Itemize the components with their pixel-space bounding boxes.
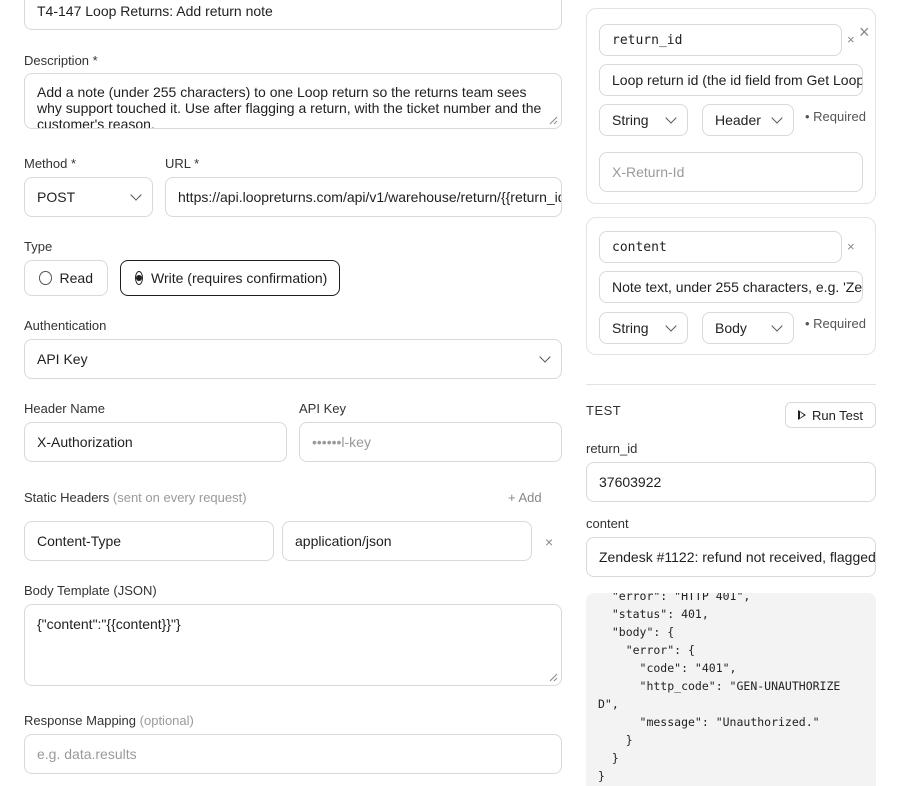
type-write-option[interactable]: Write (requires confirmation) [120, 260, 340, 296]
chevron-down-icon [539, 351, 551, 363]
url-value: https://api.loopreturns.com/api/v1/wareh… [178, 189, 561, 205]
response-mapping-input[interactable]: e.g. data.results [24, 734, 562, 774]
static-header-value-value: application/json [295, 533, 392, 549]
type-read-label: Read [59, 270, 93, 286]
static-header-value-input[interactable]: application/json [282, 521, 532, 561]
api-key-value: ••••••l-key [312, 434, 371, 450]
description-label: Description * [24, 53, 98, 68]
param-header-name-input[interactable]: X-Return-Id [599, 152, 863, 192]
authentication-value: API Key [37, 351, 88, 367]
param-required-label[interactable]: • Required [805, 109, 866, 124]
authentication-label: Authentication [24, 318, 107, 333]
param-card-return-id: × return_id × Loop return id (the id fie… [586, 8, 876, 204]
test-input-return-id-value: 37603922 [599, 474, 662, 490]
static-headers-title: Static Headers [24, 490, 110, 505]
method-select[interactable]: POST [24, 177, 153, 217]
method-label: Method * [24, 156, 77, 171]
param-card-content: content × Note text, under 255 character… [586, 217, 876, 355]
body-template-textarea[interactable]: {"content":"{{content}}"} [24, 604, 562, 686]
test-input-content[interactable]: Zendesk #1122: refund not received, flag… [586, 537, 876, 577]
type-read-option[interactable]: Read [24, 260, 108, 296]
description-textarea[interactable]: Add a note (under 255 characters) to one… [24, 73, 562, 129]
type-label: Type [24, 239, 53, 254]
url-label: URL * [165, 156, 200, 171]
param-type-value: String [612, 112, 649, 128]
param-description-value: Loop return id (the id field from Get Lo… [612, 72, 863, 88]
description-value: Add a note (under 255 characters) to one… [37, 84, 542, 129]
chevron-down-icon [665, 320, 677, 332]
chevron-down-icon [665, 112, 677, 124]
param-location-value: Body [715, 320, 747, 336]
close-card-icon[interactable]: × [859, 23, 870, 41]
tool-name-input[interactable]: T4-147 Loop Returns: Add return note [24, 0, 562, 30]
body-template-value: {"content":"{{content}}"} [37, 616, 181, 632]
param-type-select[interactable]: String [599, 104, 688, 136]
test-input-label-content: content [586, 516, 629, 531]
add-header-button[interactable]: + Add [508, 490, 542, 505]
chevron-down-icon [771, 320, 783, 332]
header-name-value: X-Authorization [37, 434, 133, 450]
tool-name-value: T4-147 Loop Returns: Add return note [37, 3, 273, 19]
body-template-label: Body Template (JSON) [24, 583, 157, 598]
type-write-label: Write (requires confirmation) [151, 270, 328, 286]
response-mapping-placeholder: e.g. data.results [37, 746, 137, 762]
static-header-key-input[interactable]: Content-Type [24, 521, 274, 561]
static-headers-hint: (sent on every request) [112, 490, 247, 505]
param-type-value: String [612, 320, 649, 336]
header-name-label: Header Name [24, 401, 105, 416]
api-key-input[interactable]: ••••••l-key [299, 422, 562, 462]
param-description-input[interactable]: Loop return id (the id field from Get Lo… [599, 64, 863, 96]
param-name-input[interactable]: return_id [599, 24, 842, 56]
param-name-value: content [612, 239, 667, 255]
remove-header-icon[interactable]: × [545, 535, 553, 549]
param-header-name-placeholder: X-Return-Id [612, 164, 685, 180]
chevron-down-icon [130, 189, 142, 201]
remove-param-icon[interactable]: × [847, 240, 855, 254]
response-mapping-label: Response Mapping (optional) [24, 713, 194, 728]
param-description-value: Note text, under 255 characters, e.g. 'Z… [612, 279, 863, 295]
test-input-return-id[interactable]: 37603922 [586, 462, 876, 502]
run-test-button[interactable]: Run Test [785, 402, 876, 428]
param-description-input[interactable]: Note text, under 255 characters, e.g. 'Z… [599, 271, 863, 303]
divider [586, 384, 876, 385]
method-value: POST [37, 189, 76, 205]
chevron-down-icon [771, 112, 783, 124]
response-mapping-title: Response Mapping [24, 713, 137, 728]
authentication-select[interactable]: API Key [24, 339, 562, 379]
test-output-panel: "error": "HTTP 401", "status": 401, "bod… [586, 593, 876, 786]
radio-unchecked-icon [39, 271, 52, 285]
play-icon [797, 410, 806, 420]
param-name-value: return_id [612, 32, 683, 48]
static-headers-label: Static Headers (sent on every request) [24, 490, 247, 505]
test-output: "error": "HTTP 401", "status": 401, "bod… [598, 593, 841, 783]
test-title: TEST [586, 403, 622, 418]
param-required-label[interactable]: • Required [805, 316, 866, 331]
param-location-select[interactable]: Body [702, 312, 794, 344]
param-location-select[interactable]: Header [702, 104, 794, 136]
test-input-content-value: Zendesk #1122: refund not received, flag… [599, 549, 876, 565]
url-input[interactable]: https://api.loopreturns.com/api/v1/wareh… [165, 177, 562, 217]
static-header-key-value: Content-Type [37, 533, 122, 549]
remove-param-icon[interactable]: × [847, 33, 855, 47]
param-location-value: Header [715, 112, 761, 128]
response-mapping-hint: (optional) [139, 713, 194, 728]
resize-handle-icon[interactable] [549, 116, 558, 125]
header-name-input[interactable]: X-Authorization [24, 422, 287, 462]
param-type-select[interactable]: String [599, 312, 688, 344]
run-test-label: Run Test [811, 407, 864, 423]
param-name-input[interactable]: content [599, 231, 842, 263]
resize-handle-icon[interactable] [549, 673, 558, 682]
test-input-label-return-id: return_id [586, 441, 638, 456]
api-key-label: API Key [299, 401, 346, 416]
radio-checked-icon [135, 271, 143, 285]
